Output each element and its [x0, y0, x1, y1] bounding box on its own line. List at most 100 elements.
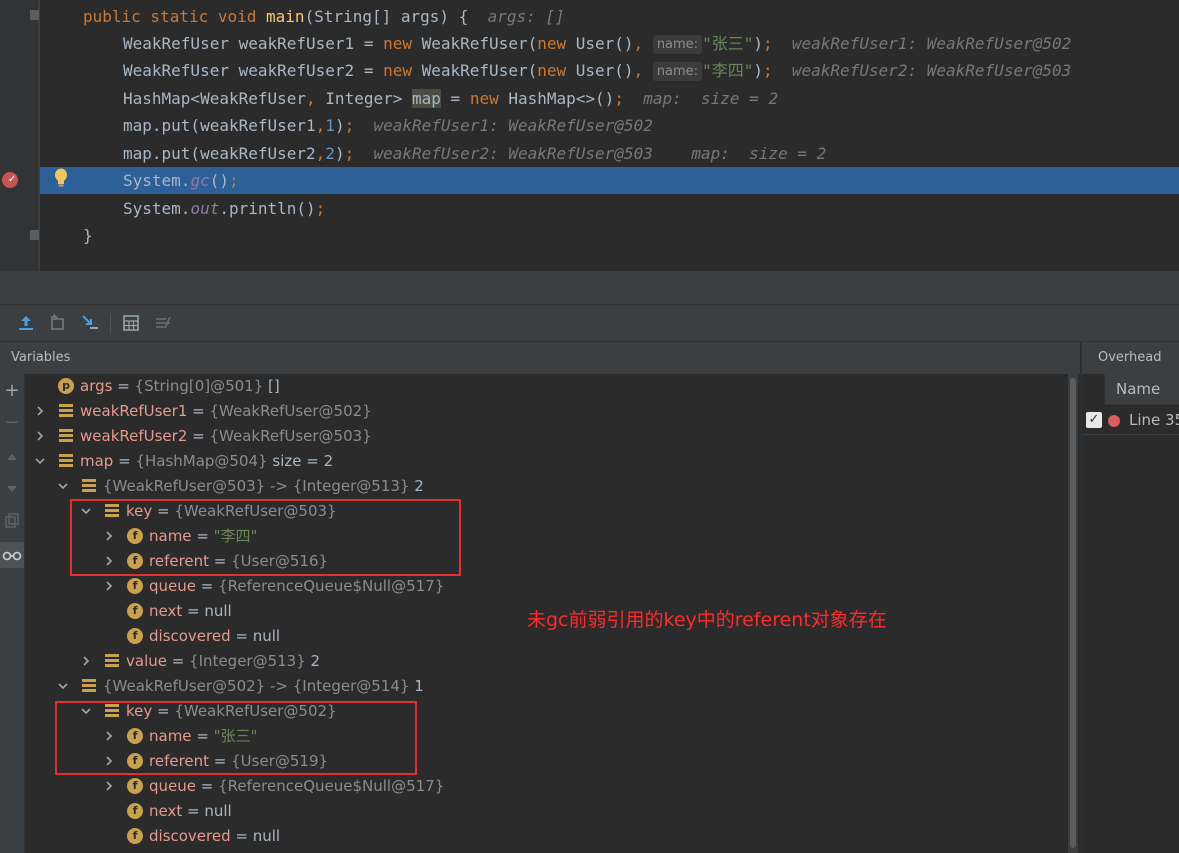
- step-out-icon[interactable]: [16, 313, 36, 333]
- variable-eq: =: [187, 402, 210, 420]
- overhead-panel: Overhead Name ✓ Line 35: [1081, 341, 1179, 853]
- variable-ref: {String[0]@501}: [134, 377, 264, 395]
- object-icon: [81, 479, 97, 495]
- code-line[interactable]: System.out.println();: [0, 195, 1179, 222]
- variable-text: discovered = null: [149, 624, 280, 649]
- variable-ref: {WeakRefUser@502}: [209, 402, 372, 420]
- code-line-current[interactable]: System.gc();: [40, 167, 1179, 194]
- glasses-toggle[interactable]: [0, 542, 24, 568]
- code-editor[interactable]: public static void main(String[] args) {…: [0, 0, 1179, 271]
- variable-row[interactable]: f discovered = null: [0, 824, 1066, 849]
- code-token: ;: [344, 116, 355, 135]
- code-token: Integer>: [325, 89, 412, 108]
- code-token: ): [753, 34, 763, 53]
- code-token: ;: [762, 34, 773, 53]
- code-line[interactable]: map.put(weakRefUser2,2); weakRefUser2: W…: [0, 140, 1179, 167]
- code-token: map.put(weakRefUser2: [123, 144, 316, 163]
- inline-value-hint: weakRefUser1: WeakRefUser@502: [772, 34, 1072, 53]
- variable-row[interactable]: f queue = {ReferenceQueue$Null@517}: [0, 574, 1066, 599]
- expand-arrow-icon[interactable]: [103, 580, 115, 592]
- lightbulb-icon[interactable]: [54, 168, 68, 188]
- variables-scrollbar-thumb[interactable]: [1070, 378, 1076, 848]
- run-to-cursor-icon[interactable]: [80, 313, 100, 333]
- code-token: HashMap<>(): [508, 89, 615, 108]
- code-line[interactable]: map.put(weakRefUser1,1); weakRefUser1: W…: [0, 112, 1179, 139]
- copy-icon[interactable]: [3, 512, 21, 530]
- variable-row[interactable]: weakRefUser2 = {WeakRefUser@503}: [0, 424, 1066, 449]
- variable-name: queue: [149, 777, 196, 795]
- remove-watch-icon[interactable]: −: [3, 414, 21, 432]
- variable-row[interactable]: {WeakRefUser@503} -> {Integer@513} 2: [0, 474, 1066, 499]
- variable-extra: null: [252, 827, 281, 845]
- expand-arrow-icon[interactable]: [103, 780, 115, 792]
- variable-text: value = {Integer@513} 2: [126, 649, 320, 674]
- code-line[interactable]: HashMap<WeakRefUser, Integer> map = new …: [0, 85, 1179, 112]
- overhead-checkbox[interactable]: ✓: [1086, 412, 1102, 428]
- parameter-hint: name:: [652, 62, 703, 81]
- code-token: main: [266, 7, 305, 26]
- variable-row[interactable]: f queue = {ReferenceQueue$Null@517}: [0, 774, 1066, 799]
- breakpoint-dot-icon: [1108, 415, 1120, 427]
- variable-eq: =: [166, 652, 190, 670]
- collapse-arrow-icon[interactable]: [57, 680, 69, 692]
- code-token: ): [334, 144, 345, 163]
- overhead-row[interactable]: ✓ Line 35: [1082, 405, 1179, 435]
- code-token: User(): [575, 34, 634, 53]
- variable-text: {WeakRefUser@503} -> {Integer@513} 2: [103, 474, 424, 499]
- code-token: ;: [228, 171, 239, 190]
- drop-frame-icon[interactable]: [48, 313, 68, 333]
- code-token: System.: [123, 171, 191, 190]
- trace-icon[interactable]: [153, 313, 173, 333]
- add-watch-icon[interactable]: +: [3, 382, 21, 400]
- variable-text: next = null: [149, 599, 232, 624]
- glasses-icon: [2, 551, 22, 561]
- object-icon: [81, 679, 97, 695]
- variable-name: next: [149, 602, 183, 620]
- variable-extra: 2: [305, 652, 321, 670]
- variable-text: {WeakRefUser@502} -> {Integer@514} 1: [103, 674, 424, 699]
- field-icon: f: [127, 628, 143, 644]
- expand-arrow-icon[interactable]: [80, 655, 92, 667]
- expand-arrow-icon[interactable]: [34, 430, 46, 442]
- column-header-name[interactable]: Name: [1104, 374, 1179, 405]
- variable-row[interactable]: p args = {String[0]@501} []: [0, 374, 1066, 399]
- inline-value-hint: weakRefUser2: WeakRefUser@503 map: size …: [354, 144, 827, 163]
- collapse-arrow-icon[interactable]: [34, 455, 46, 467]
- code-line[interactable]: public static void main(String[] args) {…: [0, 3, 1179, 30]
- variable-name: discovered: [149, 627, 231, 645]
- code-line[interactable]: WeakRefUser weakRefUser1 = new WeakRefUs…: [0, 30, 1179, 57]
- variable-eq: =: [196, 777, 219, 795]
- panel-separator[interactable]: [0, 271, 1179, 305]
- code-token: 2: [325, 144, 335, 163]
- collapse-arrow-icon[interactable]: [57, 480, 69, 492]
- code-token: out: [190, 199, 220, 218]
- move-down-icon[interactable]: [3, 480, 21, 498]
- inline-value-hint: weakRefUser2: WeakRefUser@503: [772, 61, 1072, 80]
- evaluate-icon[interactable]: [121, 313, 141, 333]
- code-token: WeakRefUser(: [421, 61, 538, 80]
- code-token: User(): [575, 61, 634, 80]
- variable-row[interactable]: {WeakRefUser@502} -> {Integer@514} 1: [0, 674, 1066, 699]
- field-icon: f: [127, 603, 143, 619]
- variable-row[interactable]: f next = null: [0, 799, 1066, 824]
- variable-text: discovered = null: [149, 824, 280, 849]
- variable-row[interactable]: map = {HashMap@504} size = 2: [0, 449, 1066, 474]
- expand-arrow-icon[interactable]: [34, 405, 46, 417]
- code-line[interactable]: WeakRefUser weakRefUser2 = new WeakRefUs…: [0, 57, 1179, 84]
- code-token: WeakRefUser weakRefUser2 =: [123, 61, 384, 80]
- move-up-icon[interactable]: [3, 448, 21, 466]
- code-token: ;: [315, 199, 326, 218]
- variable-eq: =: [196, 577, 219, 595]
- variable-ref: {WeakRefUser@503} -> {Integer@513}: [103, 477, 410, 495]
- code-line[interactable]: }: [0, 222, 1179, 249]
- breakpoint-icon[interactable]: ✓: [2, 172, 18, 188]
- tab-overhead[interactable]: Overhead: [1082, 341, 1179, 374]
- code-token: new: [469, 89, 509, 108]
- variable-ref: {WeakRefUser@503}: [209, 427, 372, 445]
- variable-extra: size = 2: [267, 452, 334, 470]
- parameter-hint: name:: [652, 35, 703, 54]
- variables-side-toolbar: + −: [0, 374, 25, 853]
- variable-row[interactable]: weakRefUser1 = {WeakRefUser@502}: [0, 399, 1066, 424]
- object-icon: [58, 429, 74, 445]
- variable-row[interactable]: value = {Integer@513} 2: [0, 649, 1066, 674]
